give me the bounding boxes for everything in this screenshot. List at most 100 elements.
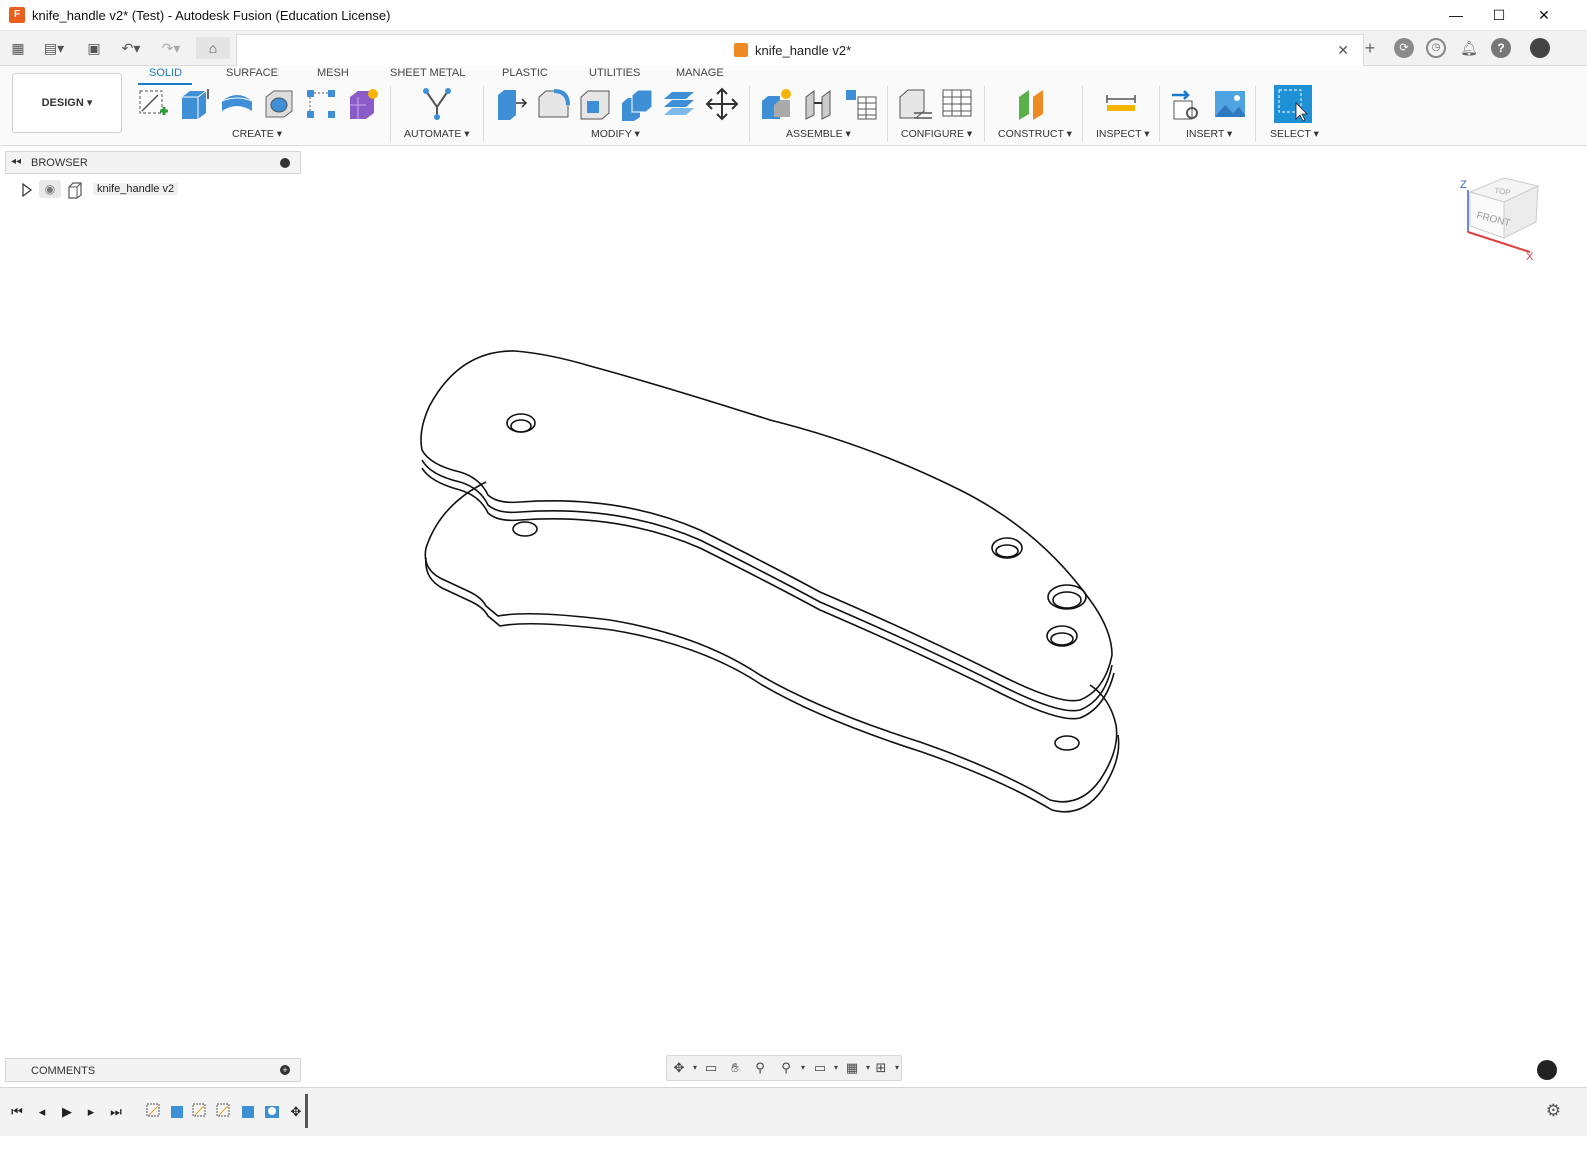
comments-panel-header[interactable]: COMMENTS + bbox=[5, 1058, 301, 1082]
create-sketch-icon[interactable] bbox=[136, 87, 170, 121]
dropdown-arrow-icon[interactable]: ▾ bbox=[794, 1060, 812, 1076]
workspace-switcher[interactable]: DESIGN ▾ bbox=[12, 73, 122, 133]
expand-triangle-icon[interactable] bbox=[21, 182, 33, 198]
move-copy-icon[interactable] bbox=[705, 87, 739, 121]
pattern-icon[interactable] bbox=[304, 87, 338, 121]
notifications-icon[interactable]: 🔔︎ bbox=[1459, 38, 1479, 58]
minimize-button[interactable]: — bbox=[1433, 0, 1479, 31]
grid-icon[interactable]: ▦ bbox=[8, 37, 28, 59]
insert-group-label[interactable]: INSERT ▾ bbox=[1186, 128, 1232, 140]
browser-root-node[interactable]: ◉ knife_handle v2 bbox=[15, 180, 305, 200]
browser-node-label[interactable]: knife_handle v2 bbox=[93, 183, 179, 195]
move-feature-icon[interactable]: ✥ bbox=[287, 1104, 305, 1120]
upper-scale-top-face[interactable] bbox=[420, 350, 1113, 702]
go-to-end-icon[interactable]: ⏭ bbox=[107, 1104, 125, 1120]
timeline-settings-gear-icon[interactable]: ⚙ bbox=[1546, 1101, 1561, 1121]
tab-utilities[interactable]: UTILITIES bbox=[589, 67, 640, 79]
panel-options-icon[interactable] bbox=[280, 158, 290, 168]
view-cube[interactable]: TOP FRONT Z X bbox=[1456, 174, 1546, 264]
profile-avatar[interactable] bbox=[1530, 38, 1550, 58]
upper-hole[interactable] bbox=[1050, 632, 1074, 646]
create-group-label[interactable]: CREATE ▾ bbox=[232, 128, 282, 140]
browser-panel-header[interactable]: ◂◂ BROWSER bbox=[5, 151, 301, 174]
configure-group-label[interactable]: CONFIGURE ▾ bbox=[901, 128, 972, 140]
fillet-icon[interactable] bbox=[536, 87, 570, 121]
tab-mesh[interactable]: MESH bbox=[317, 67, 349, 79]
extrude-icon[interactable] bbox=[178, 87, 212, 121]
quick-access-bar: ▦ ▤▾ ▣ ↶▾ ↷▾ ⌂ knife_handle v2* ✕ + ⟳ ◷ … bbox=[0, 31, 1587, 66]
hole-feature-icon[interactable] bbox=[264, 1103, 280, 1119]
history-icon[interactable]: ◷ bbox=[1426, 38, 1446, 58]
step-back-icon[interactable]: ◂ bbox=[33, 1104, 51, 1120]
undo-icon[interactable]: ↶▾ bbox=[116, 37, 146, 59]
pan-icon[interactable]: ✋︎ bbox=[726, 1060, 744, 1076]
configuration-table-icon[interactable] bbox=[940, 87, 974, 121]
save-icon[interactable]: ▣ bbox=[84, 37, 104, 59]
file-icon[interactable]: ▤▾ bbox=[38, 37, 70, 59]
upper-hole[interactable] bbox=[995, 544, 1019, 558]
modify-group-label[interactable]: MODIFY ▾ bbox=[591, 128, 640, 140]
bill-of-materials-icon[interactable] bbox=[844, 87, 878, 121]
help-icon[interactable]: ? bbox=[1491, 38, 1511, 58]
fit-icon[interactable]: ⚲ bbox=[777, 1060, 795, 1076]
document-tab[interactable]: knife_handle v2* ✕ bbox=[236, 34, 1364, 66]
inspect-group-label[interactable]: INSPECT ▾ bbox=[1096, 128, 1150, 140]
combine-icon[interactable] bbox=[620, 87, 654, 121]
zoom-icon[interactable]: ⚲ bbox=[751, 1060, 769, 1076]
extrude-feature-icon[interactable] bbox=[169, 1103, 185, 1119]
offset-plane-icon[interactable] bbox=[1016, 87, 1050, 121]
maximize-button[interactable]: ☐ bbox=[1476, 0, 1522, 31]
model-viewport-drawing[interactable] bbox=[400, 330, 1140, 840]
home-icon[interactable]: ⌂ bbox=[196, 37, 230, 59]
collapse-panel-icon[interactable]: ◂◂ bbox=[11, 156, 21, 167]
insert-derive-icon[interactable] bbox=[1170, 87, 1204, 121]
go-to-start-icon[interactable]: ⏮ bbox=[8, 1104, 26, 1120]
tab-solid[interactable]: SOLID bbox=[149, 67, 182, 79]
new-tab-icon[interactable]: + bbox=[1360, 38, 1380, 58]
add-comment-icon[interactable]: + bbox=[280, 1065, 290, 1075]
chat-icon[interactable] bbox=[1537, 1060, 1557, 1080]
lower-hole[interactable] bbox=[512, 521, 538, 537]
shell-icon[interactable] bbox=[578, 87, 612, 121]
job-status-icon[interactable]: ⟳ bbox=[1394, 38, 1414, 58]
timeline-marker[interactable] bbox=[305, 1094, 308, 1128]
lower-hole[interactable] bbox=[1054, 735, 1080, 751]
new-component-icon[interactable] bbox=[760, 87, 794, 121]
insert-canvas-icon[interactable] bbox=[1213, 87, 1247, 121]
sketch-feature-icon[interactable] bbox=[216, 1103, 232, 1119]
tab-manage[interactable]: MANAGE bbox=[676, 67, 724, 79]
tab-plastic[interactable]: PLASTIC bbox=[502, 67, 548, 79]
step-forward-icon[interactable]: ▸ bbox=[82, 1104, 100, 1120]
revolve-icon[interactable] bbox=[220, 87, 254, 121]
timeline-bar: ⏮ ◂ ▶ ▸ ⏭ ✥ ⚙ bbox=[0, 1087, 1587, 1136]
assemble-group-label[interactable]: ASSEMBLE ▾ bbox=[786, 128, 851, 140]
upper-hole[interactable] bbox=[506, 413, 536, 433]
dropdown-arrow-icon[interactable]: ▾ bbox=[888, 1060, 906, 1076]
redo-icon[interactable]: ↷▾ bbox=[156, 37, 186, 59]
measure-icon[interactable] bbox=[1104, 87, 1138, 121]
offset-face-icon[interactable] bbox=[662, 87, 696, 121]
sketch-feature-icon[interactable] bbox=[146, 1103, 162, 1119]
tab-surface[interactable]: SURFACE bbox=[226, 67, 278, 79]
extrude-feature-icon[interactable] bbox=[240, 1103, 256, 1119]
close-tab-icon[interactable]: ✕ bbox=[1337, 42, 1349, 59]
close-button[interactable]: ✕ bbox=[1521, 0, 1567, 31]
select-group-label[interactable]: SELECT ▾ bbox=[1270, 128, 1319, 140]
select-icon[interactable] bbox=[1274, 85, 1312, 123]
upper-hole[interactable] bbox=[1052, 591, 1082, 609]
sketch-feature-icon[interactable] bbox=[192, 1103, 208, 1119]
look-at-icon[interactable]: ▭ bbox=[702, 1060, 720, 1076]
construct-group-label[interactable]: CONSTRUCT ▾ bbox=[998, 128, 1072, 140]
tab-sheet-metal[interactable]: SHEET METAL bbox=[390, 67, 465, 79]
play-icon[interactable]: ▶ bbox=[58, 1104, 76, 1120]
lower-scale-top-face[interactable] bbox=[424, 481, 1118, 803]
visibility-eye-icon[interactable]: ◉ bbox=[39, 180, 61, 198]
create-form-icon[interactable] bbox=[346, 87, 380, 121]
automate-group-label[interactable]: AUTOMATE ▾ bbox=[404, 128, 470, 140]
configure-icon[interactable] bbox=[898, 87, 932, 121]
upper-hole[interactable] bbox=[510, 419, 532, 433]
automate-icon[interactable] bbox=[420, 87, 454, 121]
press-pull-icon[interactable] bbox=[494, 87, 528, 121]
joint-icon[interactable] bbox=[802, 87, 836, 121]
hole-icon[interactable] bbox=[262, 87, 296, 121]
